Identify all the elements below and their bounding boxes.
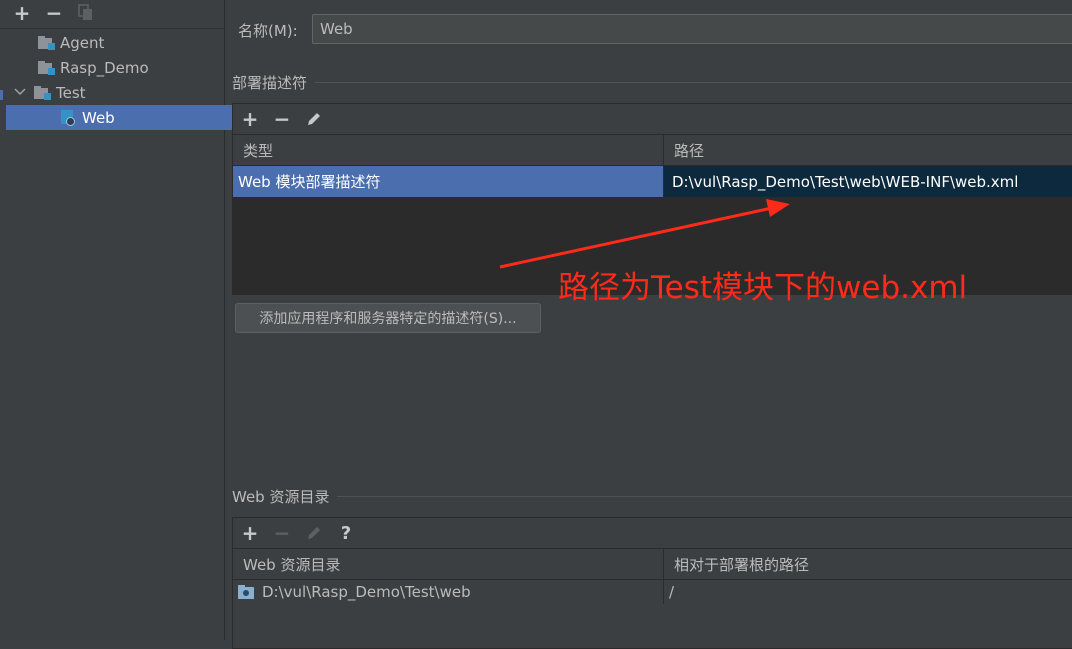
annotation-text: 路径为Test模块下的web.xml bbox=[558, 270, 968, 306]
annotation-arrow bbox=[499, 199, 790, 269]
